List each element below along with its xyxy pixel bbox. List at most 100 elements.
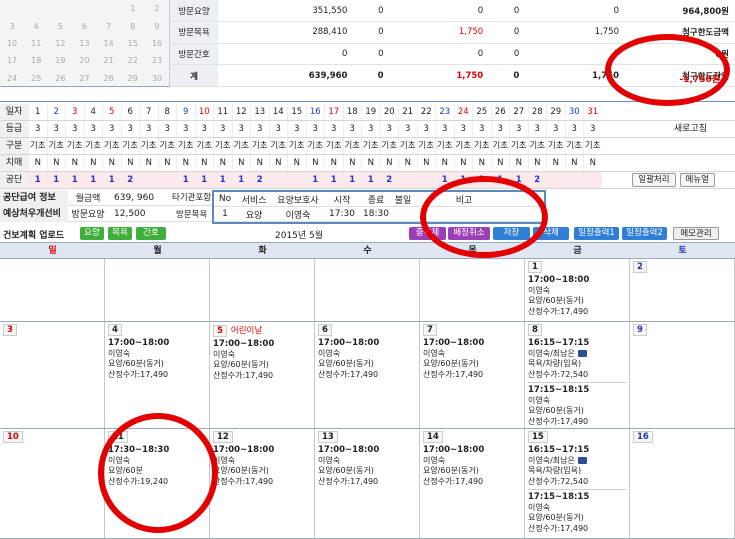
mini-calendar-day[interactable]: 16 xyxy=(145,39,169,48)
grid-cell[interactable]: 기초 xyxy=(139,138,158,154)
grid-cell[interactable]: 14 xyxy=(269,104,288,120)
mini-calendar-day[interactable]: 7 xyxy=(97,22,121,31)
grid-cell[interactable]: N xyxy=(65,155,84,171)
grid-cell[interactable]: 1 xyxy=(195,172,214,188)
grid-cell[interactable]: 3 xyxy=(343,121,362,137)
schedule-entry[interactable]: 17:00~18:00이영숙요양/60분(동거)산정수가:17,490 xyxy=(528,275,626,317)
day-cell[interactable] xyxy=(0,259,105,321)
grid-cell[interactable] xyxy=(398,172,417,188)
grid-cell[interactable]: 3 xyxy=(121,121,140,137)
day-cell[interactable] xyxy=(315,259,420,321)
grid-cell[interactable]: 기초 xyxy=(565,138,584,154)
grid-cell[interactable]: 기초 xyxy=(287,138,306,154)
grid-cell[interactable]: N xyxy=(47,155,66,171)
day-cell[interactable]: 5어린이날17:00~18:00이영숙요양/60분(동거)산정수가:17,490 xyxy=(210,322,315,428)
grid-cell[interactable] xyxy=(565,172,584,188)
batch-process-button[interactable]: 일괄처리 xyxy=(632,173,675,187)
grid-cell[interactable]: 3 xyxy=(250,121,269,137)
mokyok-button[interactable]: 목욕 xyxy=(108,227,132,240)
schedule-entry[interactable]: 17:00~18:00이영숙요양/60분(동거)산정수가:17,490 xyxy=(213,445,311,487)
popup-cell[interactable]: 17:30 xyxy=(324,209,360,219)
grid-cell[interactable]: N xyxy=(324,155,343,171)
grid-cell[interactable]: 기초 xyxy=(176,138,195,154)
mini-calendar-day[interactable]: 1 xyxy=(121,4,145,13)
grid-cell[interactable]: 3 xyxy=(287,121,306,137)
grid-cell[interactable]: 3 xyxy=(491,121,510,137)
yoyang-button[interactable]: 요양 xyxy=(80,227,104,240)
grid-cell[interactable]: 27 xyxy=(509,104,528,120)
grid-cell[interactable]: 2 xyxy=(528,172,547,188)
day-cell[interactable]: 10 xyxy=(0,429,105,538)
schedule-entry[interactable]: 16:15~17:15이영숙/최남은목욕/차량(입욕)산정수가:72,540 xyxy=(528,338,626,380)
grid-cell[interactable]: 11 xyxy=(213,104,232,120)
day-cell[interactable] xyxy=(420,259,525,321)
grid-cell[interactable]: 1 xyxy=(176,172,195,188)
popup-cell[interactable]: 18:30 xyxy=(360,209,392,219)
mini-calendar-day[interactable]: 26 xyxy=(48,74,72,83)
day-cell[interactable]: 2 xyxy=(630,259,735,321)
day-cell[interactable]: 1417:00~18:00이영숙요양/60분(동거)산정수가:17,490 xyxy=(420,429,525,538)
grid-cell[interactable]: 26 xyxy=(491,104,510,120)
grid-cell[interactable]: 기초 xyxy=(583,138,602,154)
mini-calendar-day[interactable]: 11 xyxy=(24,39,48,48)
grid-cell[interactable]: 기초 xyxy=(472,138,491,154)
grid-cell[interactable]: 24 xyxy=(454,104,473,120)
grid-cell[interactable]: 3 xyxy=(84,121,103,137)
grid-cell[interactable]: N xyxy=(250,155,269,171)
grid-cell[interactable]: 1 xyxy=(65,172,84,188)
grid-cell[interactable]: 기초 xyxy=(417,138,436,154)
mini-calendar-day[interactable]: 17 xyxy=(0,56,24,65)
grid-cell[interactable]: 22 xyxy=(417,104,436,120)
grid-cell[interactable]: 기초 xyxy=(47,138,66,154)
grid-cell[interactable]: N xyxy=(232,155,251,171)
grid-cell[interactable]: 3 xyxy=(158,121,177,137)
grid-cell[interactable]: 기초 xyxy=(65,138,84,154)
grid-cell[interactable]: N xyxy=(454,155,473,171)
grid-cell[interactable]: N xyxy=(306,155,325,171)
grid-cell[interactable]: 기초 xyxy=(84,138,103,154)
grid-cell[interactable]: 기초 xyxy=(361,138,380,154)
grid-cell[interactable]: N xyxy=(158,155,177,171)
grid-cell[interactable]: N xyxy=(287,155,306,171)
grid-cell[interactable]: 2 xyxy=(47,104,66,120)
mini-calendar-day[interactable]: 28 xyxy=(97,74,121,83)
day-cell[interactable]: 617:00~18:00이영숙요양/60분(동거)산정수가:17,490 xyxy=(315,322,420,428)
day-cell[interactable]: 9 xyxy=(630,322,735,428)
mail-icon[interactable] xyxy=(578,457,587,464)
grid-cell[interactable]: 17 xyxy=(324,104,343,120)
day-cell[interactable]: 1317:00~18:00이영숙요양/60분(동거)산정수가:17,490 xyxy=(315,429,420,538)
grid-cell[interactable]: N xyxy=(84,155,103,171)
grid-cell[interactable]: 3 xyxy=(324,121,343,137)
grid-cell[interactable]: 기초 xyxy=(306,138,325,154)
grid-cell[interactable]: N xyxy=(269,155,288,171)
grid-cell[interactable]: N xyxy=(361,155,380,171)
grid-cell[interactable]: 5 xyxy=(102,104,121,120)
grid-cell[interactable]: 28 xyxy=(528,104,547,120)
grid-cell[interactable]: 9 xyxy=(176,104,195,120)
schedule-entry[interactable]: 17:00~18:00이영숙요양/60분(동거)산정수가:17,490 xyxy=(318,338,416,380)
grid-cell[interactable]: N xyxy=(491,155,510,171)
day-cell[interactable]: 717:00~18:00이영숙요양/60분(동거)산정수가:17,490 xyxy=(420,322,525,428)
grid-cell[interactable] xyxy=(158,172,177,188)
grid-cell[interactable]: 20 xyxy=(380,104,399,120)
grid-cell[interactable]: N xyxy=(583,155,602,171)
grid-cell[interactable]: 1 xyxy=(28,104,47,120)
grid-cell[interactable]: 기초 xyxy=(102,138,121,154)
grid-cell[interactable]: 기초 xyxy=(195,138,214,154)
grid-cell[interactable]: 1 xyxy=(213,172,232,188)
mini-calendar-day[interactable]: 25 xyxy=(24,74,48,83)
grid-cell[interactable]: 3 xyxy=(417,121,436,137)
grid-cell[interactable]: 3 xyxy=(509,121,528,137)
grid-cell[interactable]: 8 xyxy=(158,104,177,120)
grid-cell[interactable]: 3 xyxy=(28,121,47,137)
grid-cell[interactable]: 1 xyxy=(232,172,251,188)
grid-cell[interactable]: 2 xyxy=(380,172,399,188)
schedule-entry[interactable]: 17:00~18:00이영숙요양/60분(동거)산정수가:17,490 xyxy=(213,339,311,381)
day-cell[interactable]: 3 xyxy=(0,322,105,428)
grid-cell[interactable]: 3 xyxy=(139,121,158,137)
grid-cell[interactable]: 6 xyxy=(121,104,140,120)
mini-calendar-day[interactable]: 9 xyxy=(145,22,169,31)
schedule-entry[interactable]: 17:00~18:00이영숙요양/60분(동거)산정수가:17,490 xyxy=(423,338,521,380)
mini-calendar-day[interactable]: 8 xyxy=(121,22,145,31)
grid-cell[interactable] xyxy=(139,172,158,188)
